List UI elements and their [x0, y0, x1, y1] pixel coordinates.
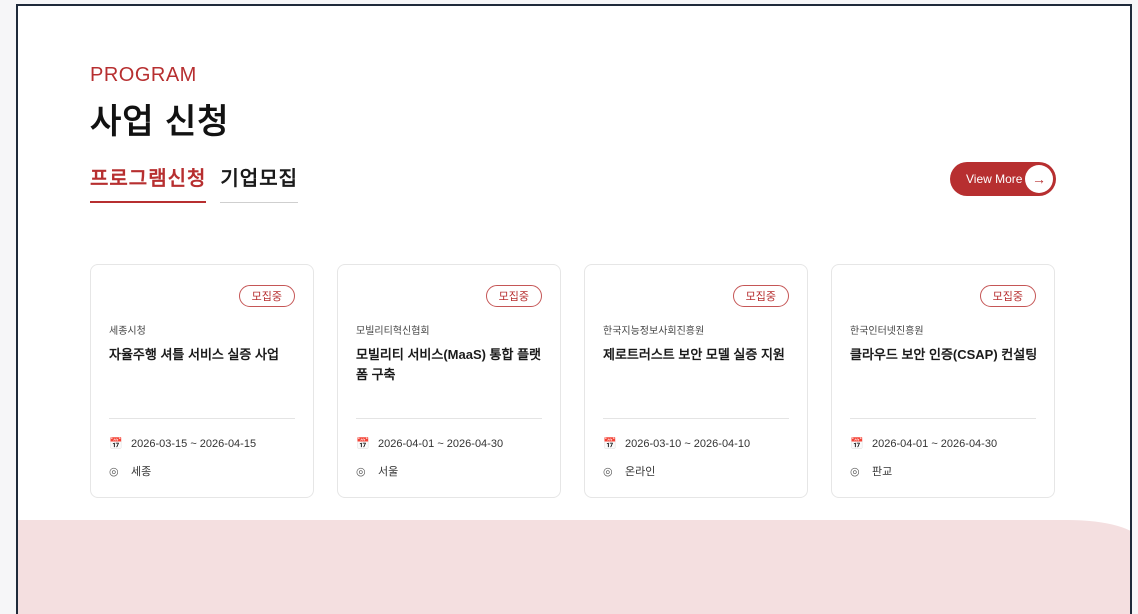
location-pin-icon: ◎ [850, 465, 860, 478]
status-badge: 모집중 [979, 285, 1036, 307]
card-location-row: ◎ 온라인 [603, 463, 655, 479]
card-divider [850, 418, 1036, 419]
tab-program-application[interactable]: 프로그램신청 [90, 162, 207, 203]
card-title[interactable]: 클라우드 보안 인증(CSAP) 컨설팅 [850, 345, 1040, 365]
location-pin-icon: ◎ [356, 465, 366, 478]
view-more-button[interactable]: View More → [950, 162, 1056, 196]
program-section: PROGRAM 사업 신청 프로그램신청 기업모집 View More → 모집… [16, 4, 1132, 614]
calendar-icon: 📅 [850, 438, 864, 450]
status-badge: 모집중 [238, 285, 295, 307]
card-organization: 세종시청 [109, 326, 146, 337]
arrow-right-icon: → [1025, 165, 1053, 193]
calendar-icon: 📅 [356, 438, 370, 450]
card-location-row: ◎ 세종 [109, 463, 151, 479]
section-eyebrow: PROGRAM [90, 64, 197, 86]
program-card[interactable]: 모집중 한국지능정보사회진흥원 제로트러스트 보안 모델 실증 지원 📅 202… [584, 264, 808, 498]
card-location: 판교 [872, 466, 893, 478]
section-title: 사업 신청 [90, 103, 230, 141]
decorative-band [18, 520, 1132, 614]
card-date-row: 📅 2026-03-15 ~ 2026-04-15 [109, 437, 257, 451]
program-card[interactable]: 모집중 모빌리티혁신협회 모빌리티 서비스(MaaS) 통합 플랫폼 구축 📅 … [337, 264, 561, 498]
card-location-row: ◎ 판교 [850, 463, 892, 479]
card-organization: 한국인터넷진흥원 [850, 326, 924, 337]
card-date-row: 📅 2026-04-01 ~ 2026-04-30 [356, 437, 504, 451]
card-divider [109, 418, 295, 419]
tab-list: 프로그램신청 기업모집 [90, 162, 299, 203]
card-date: 2026-03-10 ~ 2026-04-10 [625, 437, 751, 450]
card-title[interactable]: 모빌리티 서비스(MaaS) 통합 플랫폼 구축 [356, 345, 546, 385]
view-more-label: View More [966, 172, 1023, 186]
status-badge: 모집중 [732, 285, 789, 307]
program-card[interactable]: 모집중 세종시청 자율주행 셔틀 서비스 실증 사업 📅 2026-03-15 … [90, 264, 314, 498]
status-badge: 모집중 [485, 285, 542, 307]
card-date: 2026-04-01 ~ 2026-04-30 [872, 437, 998, 450]
card-date-row: 📅 2026-03-10 ~ 2026-04-10 [603, 437, 751, 451]
calendar-icon: 📅 [603, 438, 617, 450]
calendar-icon: 📅 [109, 438, 123, 450]
card-divider [356, 418, 542, 419]
card-location: 서울 [378, 466, 399, 478]
tab-company-recruitment[interactable]: 기업모집 [220, 162, 299, 203]
card-title[interactable]: 자율주행 셔틀 서비스 실증 사업 [109, 345, 299, 365]
program-card[interactable]: 모집중 한국인터넷진흥원 클라우드 보안 인증(CSAP) 컨설팅 📅 2026… [831, 264, 1055, 498]
card-location-row: ◎ 서울 [356, 463, 398, 479]
card-organization: 모빌리티혁신협회 [356, 326, 430, 337]
location-pin-icon: ◎ [109, 465, 119, 478]
card-location: 온라인 [625, 466, 656, 478]
card-date: 2026-03-15 ~ 2026-04-15 [131, 437, 257, 450]
card-organization: 한국지능정보사회진흥원 [603, 326, 705, 337]
card-location: 세종 [131, 466, 152, 478]
frame-border [1130, 4, 1132, 614]
card-divider [603, 418, 789, 419]
card-date: 2026-04-01 ~ 2026-04-30 [378, 437, 504, 450]
card-title[interactable]: 제로트러스트 보안 모델 실증 지원 [603, 345, 793, 365]
card-date-row: 📅 2026-04-01 ~ 2026-04-30 [850, 437, 998, 451]
location-pin-icon: ◎ [603, 465, 613, 478]
